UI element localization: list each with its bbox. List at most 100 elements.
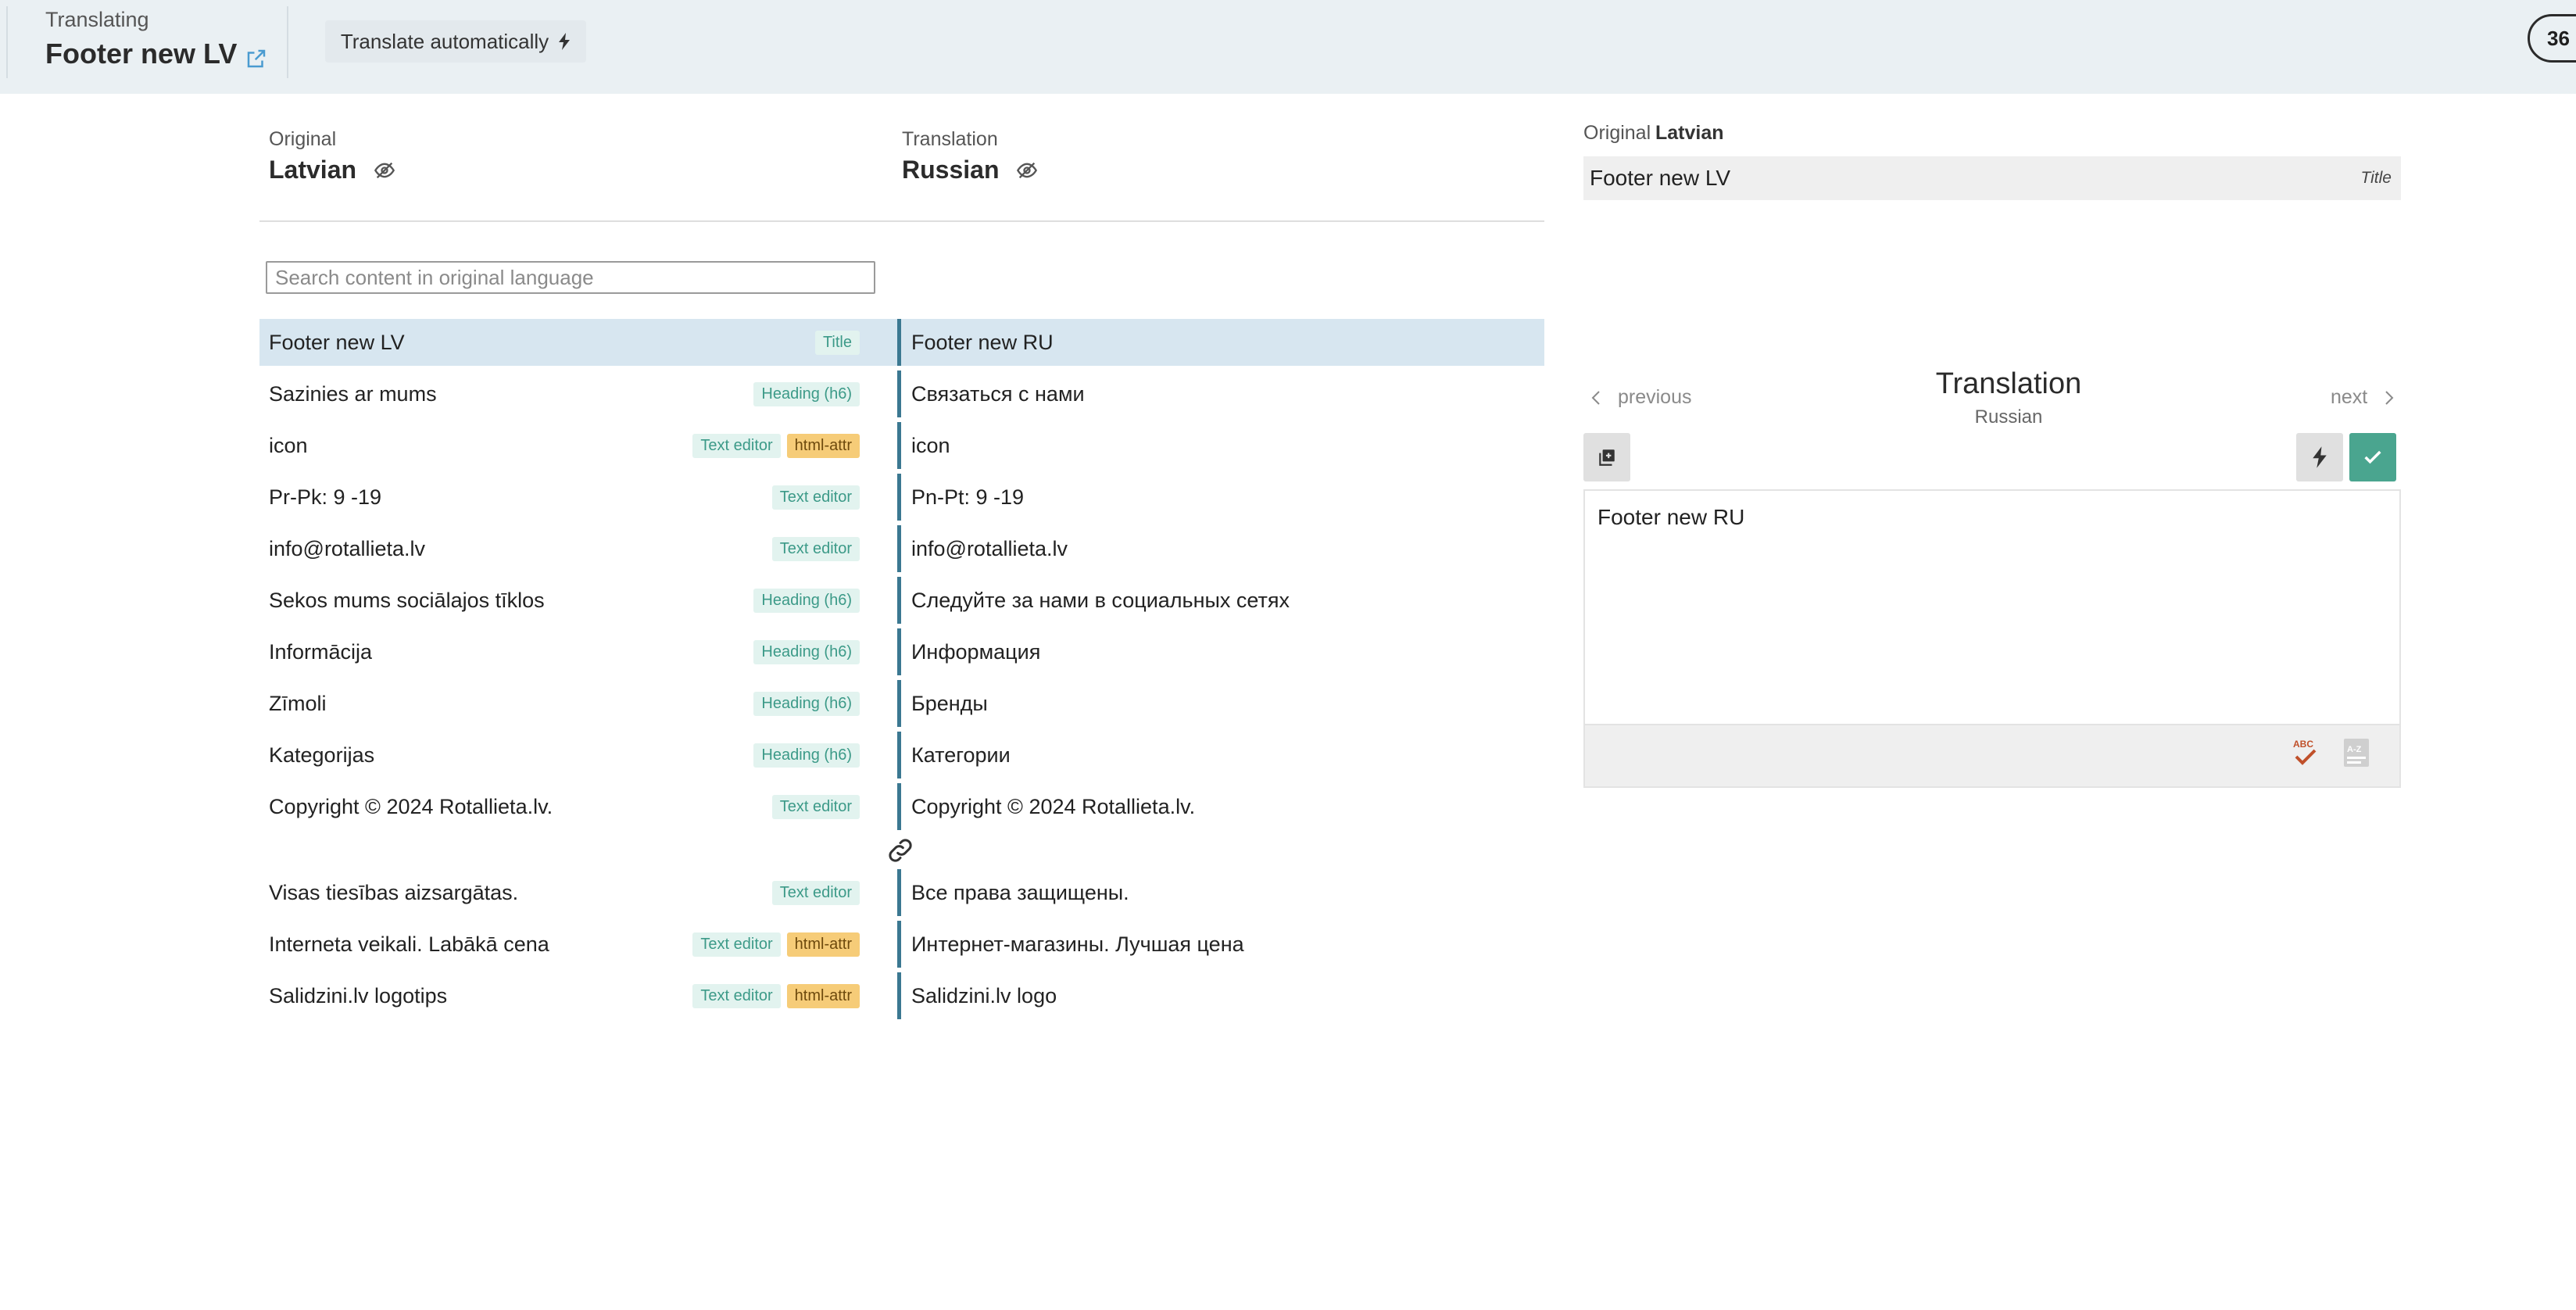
row-tags: Heading (h6) <box>753 732 860 778</box>
table-row[interactable]: Zīmoli Heading (h6) Бренды <box>259 680 1544 727</box>
type-badge: Heading (h6) <box>753 691 860 716</box>
translation-text: Категории <box>911 743 1011 767</box>
row-divider <box>897 422 901 469</box>
original-text: Kategorijas <box>269 743 375 767</box>
bolt-icon <box>2313 446 2327 468</box>
row-tags: Title <box>814 319 860 366</box>
row-divider <box>897 869 901 916</box>
sort-az-icon[interactable]: A-Z <box>2343 738 2370 768</box>
next-label: next <box>2331 386 2368 408</box>
original-text: info@rotallieta.lv <box>269 536 425 560</box>
translation-language: Russian <box>902 156 1038 184</box>
original-language: Latvian <box>269 156 395 184</box>
row-divider <box>897 680 901 727</box>
translation-text: Copyright © 2024 Rotallieta.lv. <box>911 794 1196 818</box>
original-column-header: Original Latvian <box>269 128 395 184</box>
panel-original-type: Title <box>2360 169 2392 187</box>
remaining-count-text: 36 <box>2547 26 2570 50</box>
html-attr-badge: html-attr <box>786 433 860 458</box>
original-text: Zīmoli <box>269 691 327 715</box>
divider <box>287 6 288 78</box>
row-divider <box>897 972 901 1019</box>
type-badge: Text editor <box>771 880 860 905</box>
table-row[interactable]: Interneta veikali. Labākā cena Text edito… <box>259 921 1544 968</box>
table-row[interactable]: Sekos mums sociālajos tīklos Heading (h6)… <box>259 577 1544 624</box>
translation-text: Интернет-магазины. Лучшая цена <box>911 932 1244 956</box>
translation-text: info@rotallieta.lv <box>911 536 1068 560</box>
translation-label: Translation <box>902 128 998 150</box>
row-divider <box>897 577 901 624</box>
copy-original-button[interactable] <box>1583 433 1630 481</box>
link-icon[interactable] <box>885 835 916 866</box>
type-badge: Title <box>814 330 860 355</box>
translation-language-text: Russian <box>902 156 1000 184</box>
row-divider <box>897 732 901 778</box>
translation-text: icon <box>911 433 950 457</box>
row-divider <box>897 783 901 830</box>
table-row[interactable]: Salidzini.lv logotips Text editor html-att… <box>259 972 1544 1019</box>
translation-column-header: Translation Russian <box>902 128 1038 184</box>
copy-icon <box>1599 449 1615 466</box>
table-row[interactable]: Copyright © 2024 Rotallieta.lv. Text edit… <box>259 783 1544 830</box>
row-tags: Heading (h6) <box>753 370 860 417</box>
confirm-translation-button[interactable] <box>2349 433 2396 481</box>
table-row[interactable]: icon Text editor html-attr icon <box>259 422 1544 469</box>
previous-button[interactable]: previous <box>1590 386 1692 409</box>
row-tags: Text editor <box>771 783 860 830</box>
search-input[interactable] <box>266 261 875 294</box>
translation-text: Pn-Pt: 9 -19 <box>911 485 1025 509</box>
original-text: Salidzini.lv logotips <box>269 983 448 1008</box>
editor-toolbar: ABC A-Z <box>1583 725 2401 788</box>
translation-editor <box>1583 489 2401 725</box>
type-badge: Heading (h6) <box>753 743 860 768</box>
original-text: Visas tiesības aizsargātas. <box>269 880 519 904</box>
translation-textarea[interactable] <box>1585 491 2399 724</box>
table-row[interactable]: Kategorijas Heading (h6) Категории <box>259 732 1544 778</box>
row-tags: Heading (h6) <box>753 577 860 624</box>
row-tags: Text editor html-attr <box>692 921 860 968</box>
panel-heading: Translation <box>1935 367 2082 400</box>
row-divider <box>897 474 901 521</box>
spellcheck-icon[interactable]: ABC <box>2292 736 2320 771</box>
translation-text: Связаться с нами <box>911 381 1085 406</box>
table-row[interactable]: Pr-Pk: 9 -19 Text editor Pn-Pt: 9 -19 <box>259 474 1544 521</box>
previous-label: previous <box>1618 386 1692 408</box>
translation-text: Footer new RU <box>911 330 1054 354</box>
divider <box>6 6 8 78</box>
panel-original-language: Latvian <box>1655 122 1724 144</box>
row-divider <box>897 370 901 417</box>
remaining-count-badge[interactable]: 36 <box>2528 14 2576 63</box>
type-badge: Heading (h6) <box>753 381 860 406</box>
row-tags: Text editor html-attr <box>692 422 860 469</box>
mode-label: Translating <box>45 8 149 31</box>
type-badge: Heading (h6) <box>753 588 860 613</box>
translate-automatically-button[interactable]: Translate automatically <box>325 20 586 63</box>
table-row[interactable]: Footer new LV Title Footer new RU <box>259 319 1544 366</box>
bolt-icon <box>559 33 571 50</box>
type-badge: Text editor <box>692 983 781 1008</box>
row-tags: Text editor html-attr <box>692 972 860 1019</box>
original-text: Footer new LV <box>269 330 405 354</box>
row-tags: Text editor <box>771 525 860 572</box>
next-button[interactable]: next <box>2331 386 2395 409</box>
check-icon <box>2364 450 2381 464</box>
table-row[interactable]: Informācija Heading (h6) Информация <box>259 628 1544 675</box>
table-row[interactable]: info@rotallieta.lv Text editor info@rotall… <box>259 525 1544 572</box>
translation-text: Salidzini.lv logo <box>911 983 1057 1008</box>
row-tags: Text editor <box>771 474 860 521</box>
external-link-icon[interactable] <box>245 47 268 70</box>
eye-slash-icon[interactable] <box>374 159 395 181</box>
original-text: Copyright © 2024 Rotallieta.lv. <box>269 794 553 818</box>
chevron-right-icon <box>2385 390 2394 405</box>
auto-translate-button[interactable] <box>2296 433 2343 481</box>
eye-slash-icon[interactable] <box>1016 159 1038 181</box>
header-divider <box>259 220 1544 222</box>
original-text: Interneta veikali. Labākā cena <box>269 932 549 956</box>
page-title-text: Footer new LV <box>45 38 238 70</box>
svg-text:A-Z: A-Z <box>2347 745 2362 754</box>
original-text: icon <box>269 433 308 457</box>
translation-text: Все права защищены. <box>911 880 1129 904</box>
table-row[interactable]: Sazinies ar mums Heading (h6) Связаться с … <box>259 370 1544 417</box>
table-row[interactable]: Visas tiesības aizsargātas. Text editor Вс… <box>259 869 1544 916</box>
row-tags: Heading (h6) <box>753 680 860 727</box>
